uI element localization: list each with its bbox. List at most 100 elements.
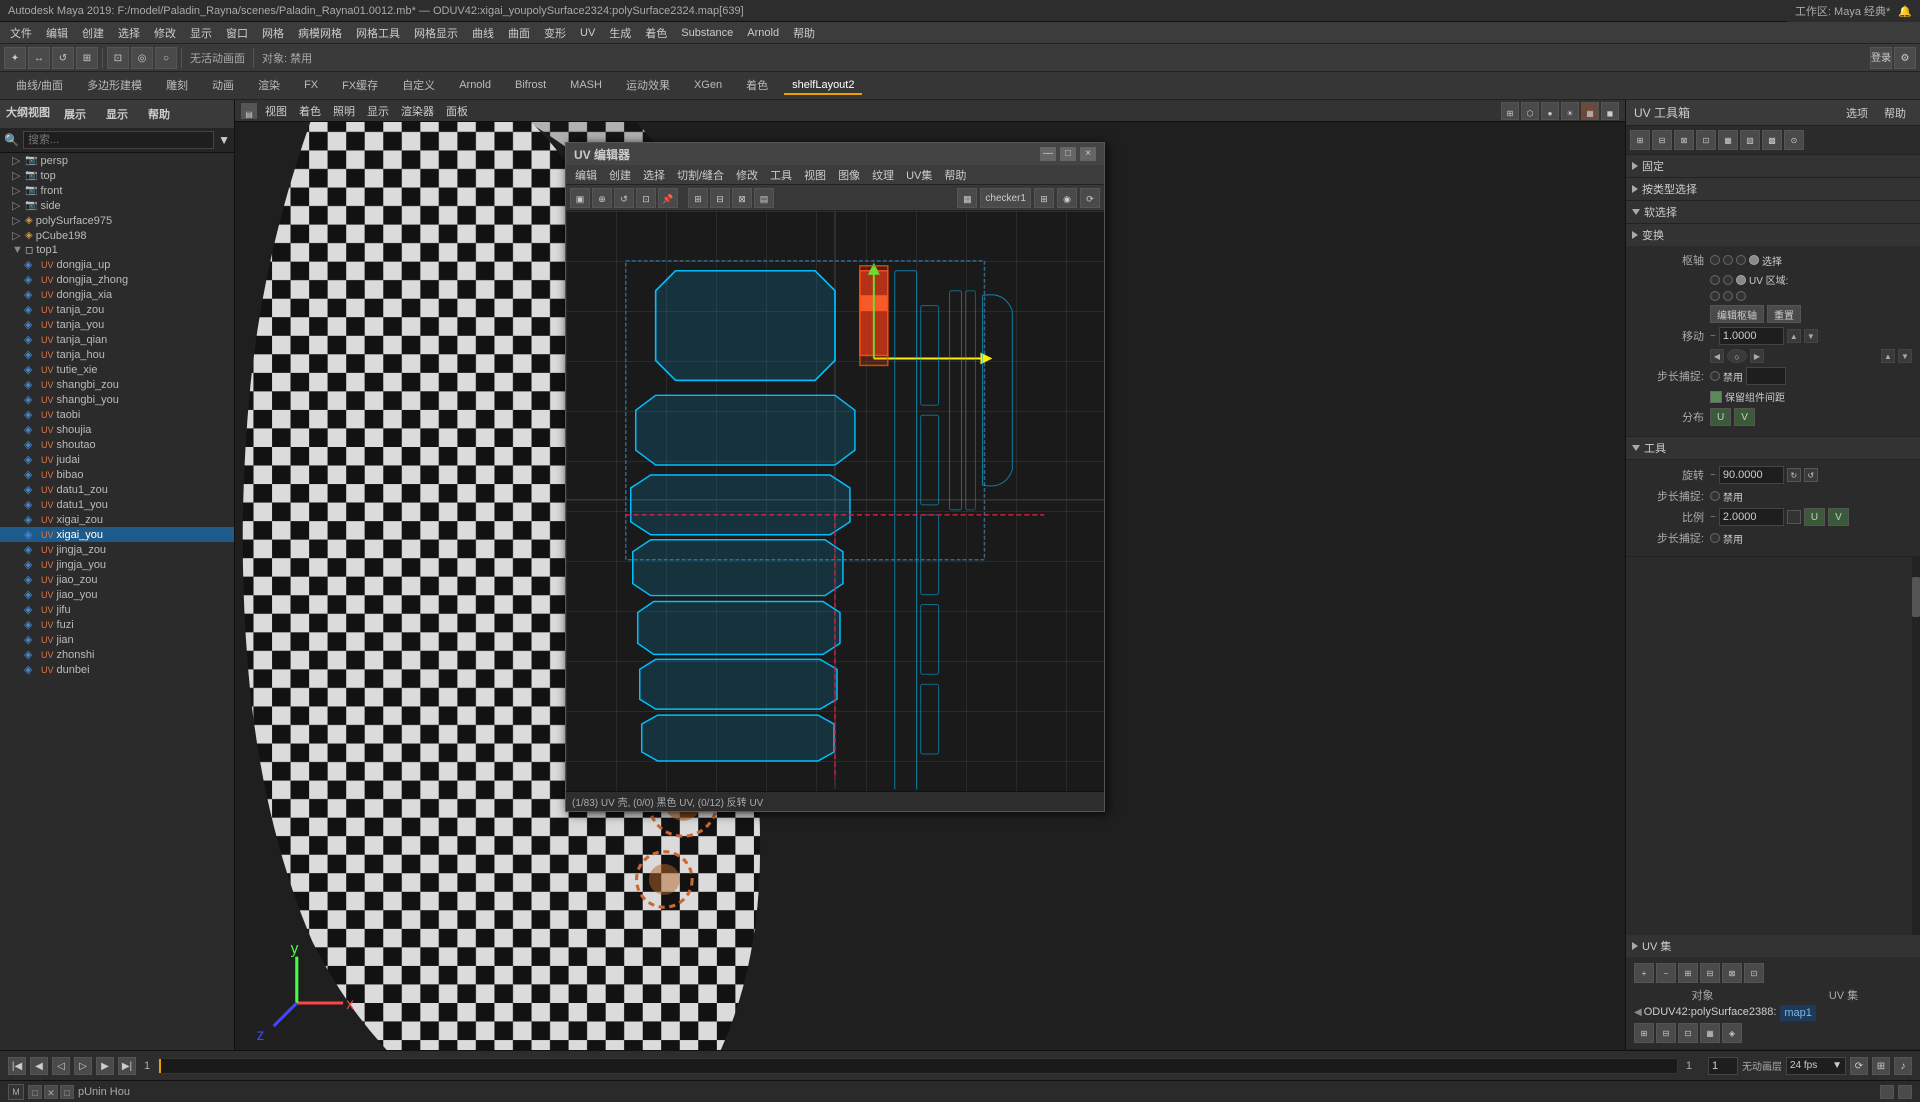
uvset-delete-icon[interactable]: − bbox=[1656, 963, 1676, 983]
uv-tb-snap[interactable]: ⊟ bbox=[710, 188, 730, 208]
snap-point[interactable]: ○ bbox=[155, 47, 177, 69]
uv-island-2[interactable] bbox=[636, 395, 855, 465]
pivot-radio-2[interactable] bbox=[1723, 255, 1733, 265]
uv-icon-7[interactable]: ▩ bbox=[1762, 130, 1782, 150]
uv-checker-icon[interactable]: ▦ bbox=[957, 188, 977, 208]
rotate-tool[interactable]: ↺ bbox=[52, 47, 74, 69]
uv-tb-move[interactable]: ⊕ bbox=[592, 188, 612, 208]
go-end-button[interactable]: ▶| bbox=[118, 1057, 136, 1075]
pivot-radio-d[interactable] bbox=[1723, 291, 1733, 301]
nav-up[interactable]: ▲ bbox=[1881, 349, 1895, 363]
shelf-arnold[interactable]: Arnold bbox=[451, 77, 499, 95]
outliner-item-top1[interactable]: ▼ ◻ top1 bbox=[0, 243, 234, 257]
uv-checker-btn[interactable]: checker1 bbox=[980, 188, 1031, 208]
uv-island-1[interactable] bbox=[656, 271, 835, 381]
vp-menu-view[interactable]: 视图 bbox=[261, 103, 291, 119]
uvset-link-icon[interactable]: ⊠ bbox=[1722, 963, 1742, 983]
shelf-curves[interactable]: 曲线/曲面 bbox=[8, 75, 71, 97]
reset-pivot-button[interactable]: 重置 bbox=[1767, 305, 1801, 323]
pivot-radio-3[interactable] bbox=[1736, 255, 1746, 265]
uvset-left-arrow[interactable]: ◀ bbox=[1634, 1007, 1642, 1018]
move-input[interactable] bbox=[1719, 327, 1784, 345]
uv-sync-btn[interactable]: ⟳ bbox=[1080, 188, 1100, 208]
shelf-motion[interactable]: 运动效果 bbox=[618, 75, 678, 97]
viewport-3d[interactable]: x y z UV 编辑器 — □ × 编辑 bbox=[235, 122, 1625, 1050]
outliner-item-persp[interactable]: ▷ 📷 persp bbox=[0, 153, 234, 168]
step-snap-input[interactable] bbox=[1746, 367, 1786, 385]
outliner-item-pCube198[interactable]: ▷ ◈ pCube198 bbox=[0, 228, 234, 243]
vp-menu-show[interactable]: 显示 bbox=[363, 103, 393, 119]
outliner-item-tanja-hou[interactable]: ◈ UV tanja_hou bbox=[0, 347, 234, 362]
uv-icon-5[interactable]: ▦ bbox=[1718, 130, 1738, 150]
outliner-item-top[interactable]: ▷ 📷 top bbox=[0, 168, 234, 183]
outliner-item-datu1-zou[interactable]: ◈ UV datu1_zou bbox=[0, 482, 234, 497]
sign-in[interactable]: 登录 bbox=[1870, 47, 1892, 69]
uvset-icon-c[interactable]: ⊡ bbox=[1678, 1023, 1698, 1043]
go-start-button[interactable]: |◀ bbox=[8, 1057, 26, 1075]
uv-fit-btn[interactable]: ◉ bbox=[1057, 188, 1077, 208]
shelf-layout2[interactable]: shelfLayout2 bbox=[784, 77, 862, 95]
outliner-item-dongjia-up[interactable]: ◈ UV dongjia_up bbox=[0, 257, 234, 272]
shelf-mash[interactable]: MASH bbox=[562, 77, 610, 95]
menu-curves[interactable]: 曲线 bbox=[466, 23, 500, 43]
outliner-item-polySurface975[interactable]: ▷ ◈ polySurface975 bbox=[0, 213, 234, 228]
menu-create[interactable]: 创建 bbox=[76, 23, 110, 43]
play-forward-button[interactable]: ▷ bbox=[74, 1057, 92, 1075]
scale-u-button[interactable]: U bbox=[1804, 508, 1825, 526]
outliner-menu-help[interactable]: 帮助 bbox=[142, 104, 176, 124]
menu-arnold[interactable]: Arnold bbox=[741, 25, 785, 41]
menu-mesh-display[interactable]: 网格显示 bbox=[408, 23, 464, 43]
uv-shapes-svg[interactable] bbox=[566, 211, 1104, 789]
menu-surfaces[interactable]: 曲面 bbox=[502, 23, 536, 43]
rotate-input[interactable] bbox=[1719, 466, 1784, 484]
rotate-cw[interactable]: ↻ bbox=[1787, 468, 1801, 482]
outliner-item-shangbi-you[interactable]: ◈ UV shangbi_you bbox=[0, 392, 234, 407]
uv-tools-menu-options[interactable]: 选项 bbox=[1840, 103, 1874, 123]
pivot-radio-a[interactable] bbox=[1710, 275, 1720, 285]
uv-tb-grid[interactable]: ⊞ bbox=[688, 188, 708, 208]
uv-menu-cut-sew[interactable]: 切割/缝合 bbox=[672, 166, 729, 184]
shelf-bifrost[interactable]: Bifrost bbox=[507, 77, 554, 95]
pivot-radio-e[interactable] bbox=[1736, 291, 1746, 301]
pivot-radio-b[interactable] bbox=[1723, 275, 1733, 285]
uv-island-4[interactable] bbox=[633, 540, 843, 596]
uv-icon-2[interactable]: ⊟ bbox=[1652, 130, 1672, 150]
uv-menu-help[interactable]: 帮助 bbox=[939, 166, 971, 184]
uv-menu-view[interactable]: 视图 bbox=[799, 166, 831, 184]
settings-icons[interactable]: ⚙ bbox=[1894, 47, 1916, 69]
menu-edit[interactable]: 编辑 bbox=[40, 23, 74, 43]
outliner-item-jiao-you[interactable]: ◈ UV jiao_you bbox=[0, 587, 234, 602]
panel-scrollbar[interactable] bbox=[1912, 557, 1920, 935]
next-frame-button[interactable]: ▶ bbox=[96, 1057, 114, 1075]
uv-view-toggle[interactable]: ⊞ bbox=[1034, 188, 1054, 208]
outliner-item-dongjia-zhong[interactable]: ◈ UV dongjia_zhong bbox=[0, 272, 234, 287]
outliner-item-side[interactable]: ▷ 📷 side bbox=[0, 198, 234, 213]
pivot-radio-select[interactable] bbox=[1749, 255, 1759, 265]
move-up[interactable]: ▲ bbox=[1787, 329, 1801, 343]
search-dropdown[interactable]: ▼ bbox=[218, 133, 230, 147]
vp-aa[interactable]: ◼ bbox=[1601, 102, 1619, 120]
outliner-item-jiao-zou[interactable]: ◈ UV jiao_zou bbox=[0, 572, 234, 587]
distribute-v-button[interactable]: V bbox=[1734, 408, 1755, 426]
mode-btn-3[interactable]: □ bbox=[60, 1085, 74, 1099]
uvset-export-icon[interactable]: ⊡ bbox=[1744, 963, 1764, 983]
uvset-icon-b[interactable]: ⊟ bbox=[1656, 1023, 1676, 1043]
menu-poly-mesh[interactable]: 病模网格 bbox=[292, 23, 348, 43]
keys-button[interactable]: ⊞ bbox=[1872, 1057, 1890, 1075]
uvset-add-icon[interactable]: + bbox=[1634, 963, 1654, 983]
section-uvset-header[interactable]: UV 集 bbox=[1626, 935, 1920, 957]
outliner-item-judai[interactable]: ◈ UV judai bbox=[0, 452, 234, 467]
uv-editor-titlebar[interactable]: UV 编辑器 — □ × bbox=[566, 143, 1104, 165]
vp-menu-light[interactable]: 照明 bbox=[329, 103, 359, 119]
vp-menu-shade[interactable]: 着色 bbox=[295, 103, 325, 119]
uv-menu-tools[interactable]: 工具 bbox=[765, 166, 797, 184]
mode-btn-1[interactable]: □ bbox=[28, 1085, 42, 1099]
vp-select-mode[interactable]: ⊞ bbox=[1501, 102, 1519, 120]
uv-tb-unfold[interactable]: ⊠ bbox=[732, 188, 752, 208]
prev-frame-button[interactable]: ◀ bbox=[30, 1057, 48, 1075]
keep-spacing-checkbox[interactable] bbox=[1710, 391, 1722, 403]
uv-maximize-button[interactable]: □ bbox=[1060, 147, 1076, 161]
viewport-area[interactable]: ▤ 视图 着色 照明 显示 渲染器 面板 ⊞ ⬡ ● ☀ ▦ ◼ bbox=[235, 100, 1625, 1050]
uv-menu-uvset[interactable]: UV集 bbox=[901, 166, 937, 184]
uv-minimize-button[interactable]: — bbox=[1040, 147, 1056, 161]
